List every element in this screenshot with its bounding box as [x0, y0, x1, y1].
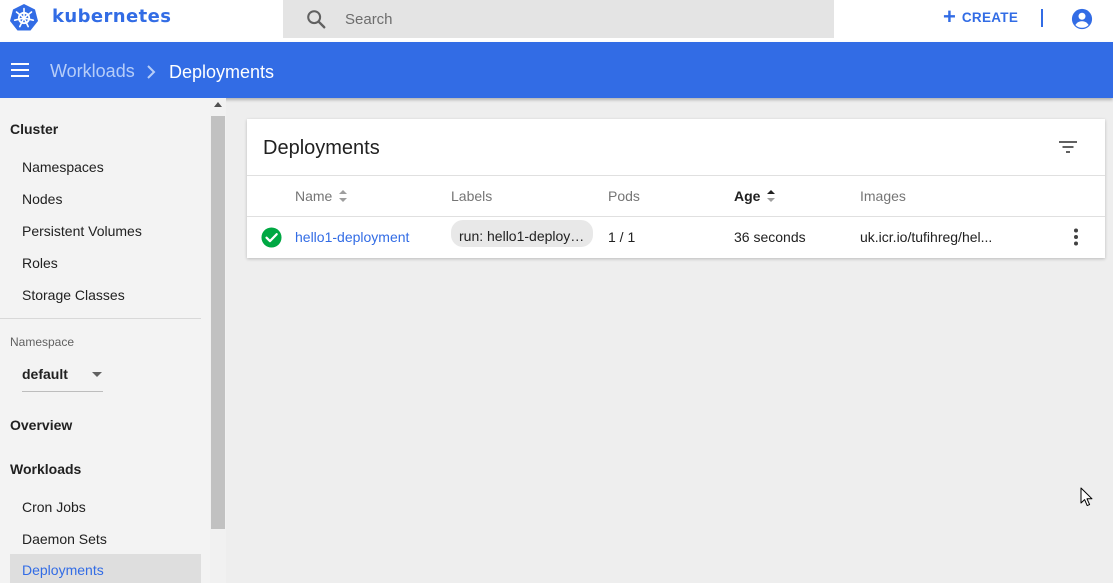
filter-icon[interactable]: [1058, 139, 1078, 155]
scrollbar-thumb[interactable]: [211, 116, 225, 529]
image-value: uk.icr.io/tufihreg/hel...: [860, 229, 993, 245]
table-header-divider: [247, 216, 1105, 217]
pods-value: 1 / 1: [608, 229, 636, 245]
sidebar-heading-cluster[interactable]: Cluster: [10, 121, 58, 137]
sidebar: Cluster Namespaces Nodes Persistent Volu…: [0, 98, 210, 583]
sidebar-item-roles[interactable]: Roles: [22, 255, 58, 271]
sort-icon: [339, 190, 348, 202]
column-header-age[interactable]: Age: [734, 188, 776, 204]
namespace-value: default: [22, 366, 68, 382]
breadcrumb-workloads[interactable]: Workloads: [50, 61, 135, 82]
kubernetes-logo-icon[interactable]: [9, 3, 39, 33]
app-brand[interactable]: kubernetes: [52, 6, 171, 27]
chevron-right-icon: [147, 65, 156, 79]
namespace-label: Namespace: [10, 335, 75, 349]
column-header-images-label: Images: [860, 188, 906, 204]
search-icon: [307, 10, 326, 29]
search-input[interactable]: [345, 8, 815, 30]
age-value: 36 seconds: [734, 229, 806, 245]
column-header-labels: Labels: [451, 188, 492, 204]
sidebar-item-cron-jobs[interactable]: Cron Jobs: [22, 499, 86, 515]
sidebar-item-namespaces[interactable]: Namespaces: [22, 159, 104, 175]
deployment-name-link[interactable]: hello1-deployment: [295, 229, 409, 245]
card-divider: [247, 175, 1105, 176]
dropdown-arrow-icon: [92, 372, 102, 377]
create-label: CREATE: [961, 9, 1019, 25]
account-icon[interactable]: [1071, 8, 1093, 30]
sidebar-heading-overview[interactable]: Overview: [10, 417, 72, 433]
top-bar: kubernetes + CREATE: [0, 0, 1113, 42]
column-header-age-label: Age: [734, 188, 761, 204]
toolbar-divider: [1041, 9, 1043, 27]
breadcrumb-bar: Workloads Deployments: [0, 42, 1113, 98]
deployments-card: Deployments Name Labels Pods Age Images: [247, 119, 1105, 258]
sidebar-item-persistent-volumes[interactable]: Persistent Volumes: [22, 223, 142, 239]
sort-icon: [767, 190, 776, 202]
sidebar-item-deployments[interactable]: Deployments: [10, 554, 201, 583]
namespace-select[interactable]: default: [22, 362, 103, 392]
column-header-labels-label: Labels: [451, 188, 493, 204]
sidebar-divider: [0, 318, 201, 319]
menu-icon[interactable]: [11, 63, 29, 77]
column-header-images: Images: [860, 188, 906, 204]
search-bar[interactable]: [283, 0, 834, 38]
sidebar-item-daemon-sets[interactable]: Daemon Sets: [22, 531, 107, 547]
scroll-up-arrow-icon[interactable]: [214, 102, 222, 107]
sidebar-item-label: Deployments: [22, 562, 104, 578]
label-chip: run: hello1-deploym...: [451, 220, 593, 247]
sidebar-item-storage-classes[interactable]: Storage Classes: [22, 287, 125, 303]
create-button[interactable]: + CREATE: [943, 5, 1018, 29]
column-header-pods: Pods: [608, 188, 640, 204]
breadcrumb-current: Deployments: [169, 62, 275, 82]
more-vert-icon[interactable]: [1073, 228, 1079, 246]
sidebar-scrollbar[interactable]: [210, 98, 226, 583]
column-header-pods-label: Pods: [608, 188, 640, 204]
sidebar-item-nodes[interactable]: Nodes: [22, 191, 62, 207]
mouse-cursor-icon: [1080, 487, 1093, 507]
card-title: Deployments: [263, 137, 380, 159]
check-circle-icon: [261, 227, 282, 248]
column-header-name-label: Name: [295, 188, 333, 204]
plus-icon: +: [943, 4, 956, 29]
column-header-name[interactable]: Name: [295, 188, 348, 204]
sidebar-heading-workloads[interactable]: Workloads: [10, 461, 81, 477]
